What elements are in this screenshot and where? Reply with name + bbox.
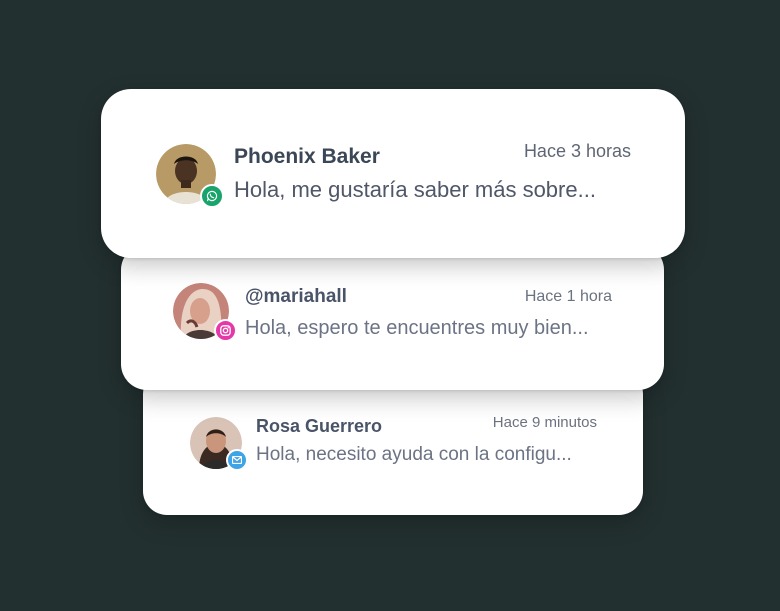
message-preview: Hola, espero te encuentres muy bien... (245, 317, 589, 339)
contact-name: Rosa Guerrero (256, 416, 383, 436)
avatar (190, 417, 248, 471)
contact-name: @mariahall (245, 286, 347, 307)
message-preview: Hola, me gustaría saber más sobre... (234, 177, 596, 202)
contact-name: Phoenix Baker (234, 145, 380, 168)
instagram-icon (214, 319, 237, 342)
conversation-card-rosa-guerrero[interactable]: Rosa Guerrero Hace 9 minutos Hola, neces… (143, 370, 643, 515)
email-icon (226, 449, 248, 471)
conversation-stack: Rosa Guerrero Hace 9 minutos Hola, neces… (0, 0, 780, 611)
message-time: Hace 1 hora (524, 288, 612, 305)
avatar (173, 283, 237, 342)
whatsapp-icon (200, 184, 224, 208)
conversation-card-phoenix-baker[interactable]: Phoenix Baker Hace 3 horas Hola, me gust… (101, 89, 685, 258)
message-preview: Hola, necesito ayuda con la configu... (256, 444, 572, 465)
message-time: Hace 9 minutos (492, 414, 597, 431)
avatar (156, 144, 224, 208)
message-time: Hace 3 horas (523, 141, 631, 161)
conversation-card-mariahall[interactable]: @mariahall Hace 1 hora Hola, espero te e… (121, 244, 664, 390)
